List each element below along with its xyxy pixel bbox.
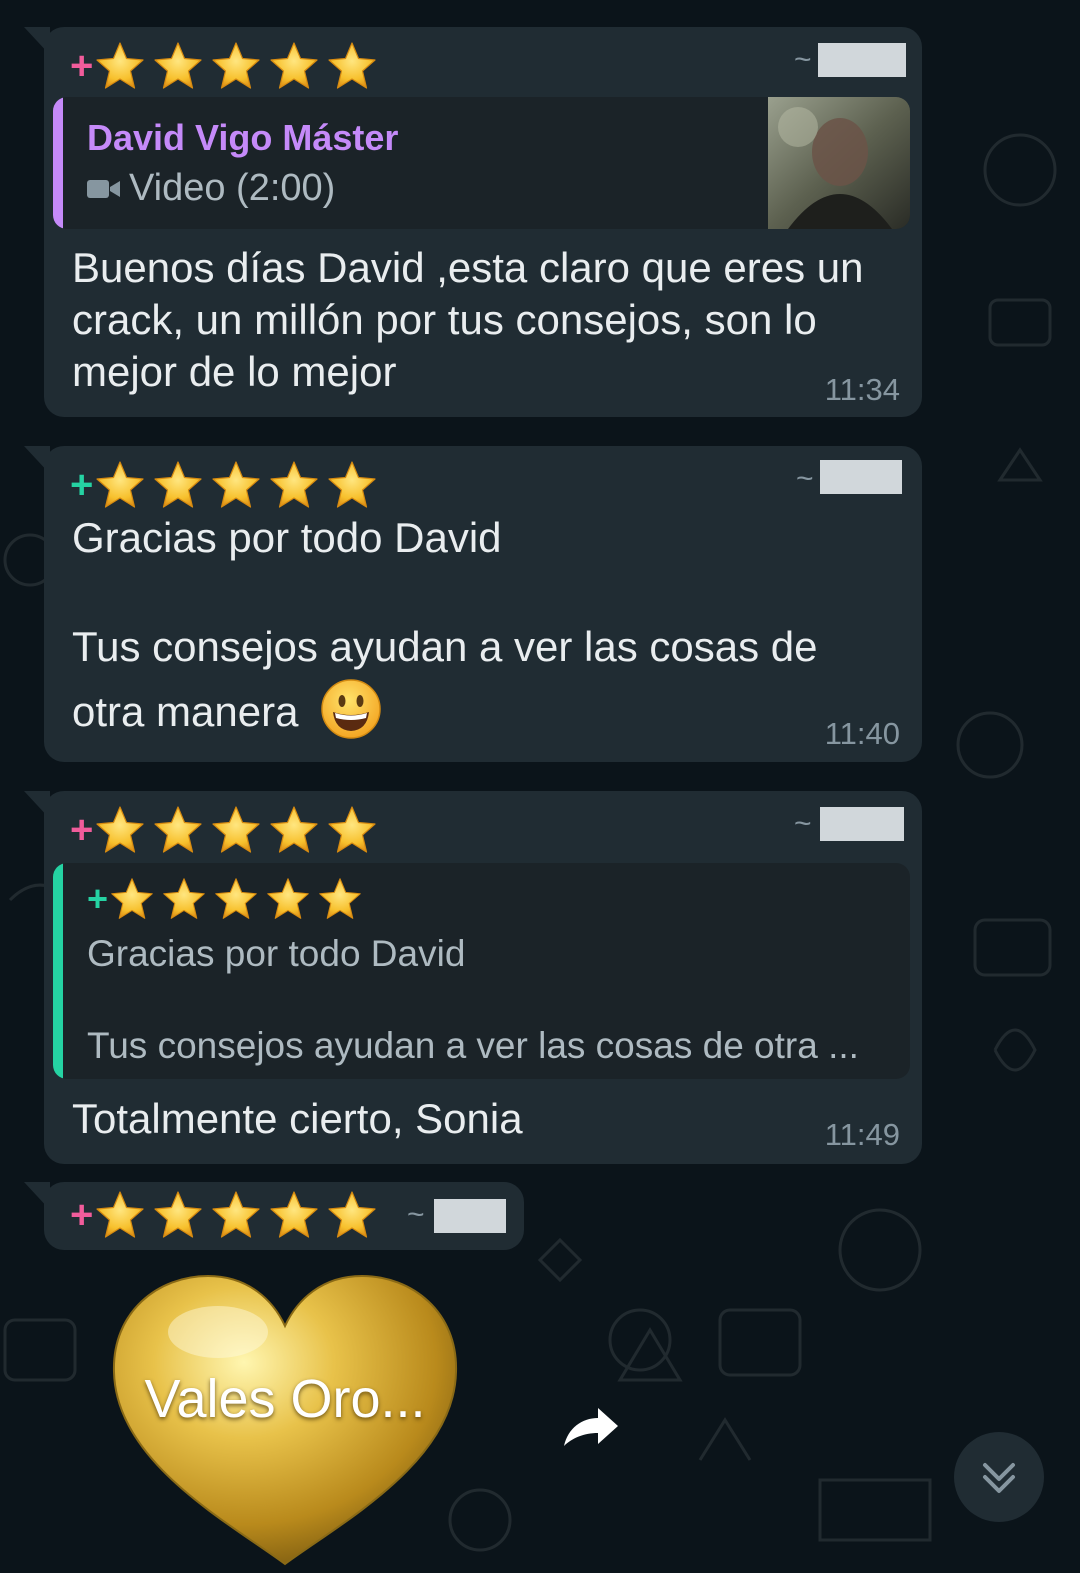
star-icon (211, 1190, 261, 1240)
star-icon (266, 877, 310, 921)
grinning-face-emoji (321, 679, 381, 739)
quote-prefix: + (87, 878, 109, 919)
star-icon (269, 805, 319, 855)
star-icon (95, 41, 145, 91)
sender-name[interactable]: + (70, 805, 377, 855)
heart-sticker[interactable]: Vales Oro... (108, 1272, 462, 1568)
star-icon (153, 1190, 203, 1240)
message-bubble-3[interactable]: + ~ + Gracias por todo David Tus consejo… (24, 791, 922, 1164)
quote-line2: Tus consejos ayudan a ver las cosas de o… (87, 1025, 859, 1066)
sender-name[interactable]: + (70, 1190, 377, 1240)
sender-prefix: + (70, 44, 94, 88)
quoted-message[interactable]: David Vigo Máster Video (2:00) (53, 97, 910, 229)
star-icon (162, 877, 206, 921)
forward-button[interactable] (556, 1398, 624, 1458)
sender-stars (95, 1190, 377, 1240)
star-icon (211, 460, 261, 510)
tilde: ~ (796, 462, 814, 495)
tilde: ~ (794, 43, 812, 76)
scroll-down-button[interactable] (954, 1432, 1044, 1522)
tilde: ~ (407, 1198, 425, 1231)
quote-media-label: Video (2:00) (129, 167, 336, 209)
star-icon (95, 805, 145, 855)
sender-name[interactable]: + (70, 41, 377, 91)
star-icon (327, 805, 377, 855)
quote-bar (53, 863, 63, 1079)
message-bubble-4[interactable]: + ~ (24, 1182, 524, 1250)
star-icon (327, 460, 377, 510)
quote-stars (110, 877, 362, 921)
quote-author: + (87, 877, 362, 921)
message-text: Totalmente cierto, Sonia (72, 1095, 523, 1142)
sender-prefix: + (70, 808, 94, 852)
quoted-message[interactable]: + Gracias por todo David Tus consejos ay… (53, 863, 910, 1079)
sender-stars (95, 41, 377, 91)
redacted-phone (434, 1199, 506, 1233)
quote-bar (53, 97, 63, 229)
star-icon (318, 877, 362, 921)
star-icon (327, 1190, 377, 1240)
sticker-text: Vales Oro... (144, 1369, 426, 1429)
star-icon (153, 805, 203, 855)
quote-author: David Vigo Máster (87, 117, 399, 158)
sender-stars (95, 805, 377, 855)
star-icon (153, 460, 203, 510)
star-icon (95, 1190, 145, 1240)
message-time: 11:40 (824, 716, 900, 751)
redacted-phone (820, 807, 904, 841)
message-text-line2: Tus consejos ayudan a ver las cosas de o… (72, 623, 818, 735)
message-text: Buenos días David ,esta claro que eres u… (72, 244, 864, 395)
video-camera-icon (87, 179, 120, 198)
sender-stars (95, 460, 377, 510)
sender-name[interactable]: + (70, 460, 377, 510)
message-bubble-1[interactable]: + ~ David Vigo Máster Video (2:00) Bueno… (24, 27, 922, 417)
redacted-phone (820, 460, 902, 494)
message-bubble-2[interactable]: + ~ Gracias por todo David Tus consejos … (24, 446, 922, 762)
message-text-line1: Gracias por todo David (72, 514, 502, 561)
message-time: 11:49 (824, 1117, 900, 1152)
video-thumbnail[interactable] (768, 97, 910, 229)
star-icon (95, 460, 145, 510)
quote-line1: Gracias por todo David (87, 933, 466, 974)
star-icon (269, 41, 319, 91)
star-icon (214, 877, 258, 921)
message-time: 11:34 (824, 372, 900, 407)
tilde: ~ (794, 807, 812, 840)
star-icon (211, 41, 261, 91)
star-icon (269, 460, 319, 510)
sender-prefix: + (70, 463, 94, 507)
forward-arrow-icon (564, 1408, 618, 1446)
star-icon (269, 1190, 319, 1240)
double-chevron-down-icon (983, 1463, 1015, 1493)
sender-prefix: + (70, 1193, 94, 1237)
star-icon (211, 805, 261, 855)
star-icon (327, 41, 377, 91)
message-text-line2-wrap: Tus consejos ayudan a ver las cosas de o… (72, 616, 872, 743)
star-icon (153, 41, 203, 91)
star-icon (110, 877, 154, 921)
redacted-phone (818, 43, 906, 77)
